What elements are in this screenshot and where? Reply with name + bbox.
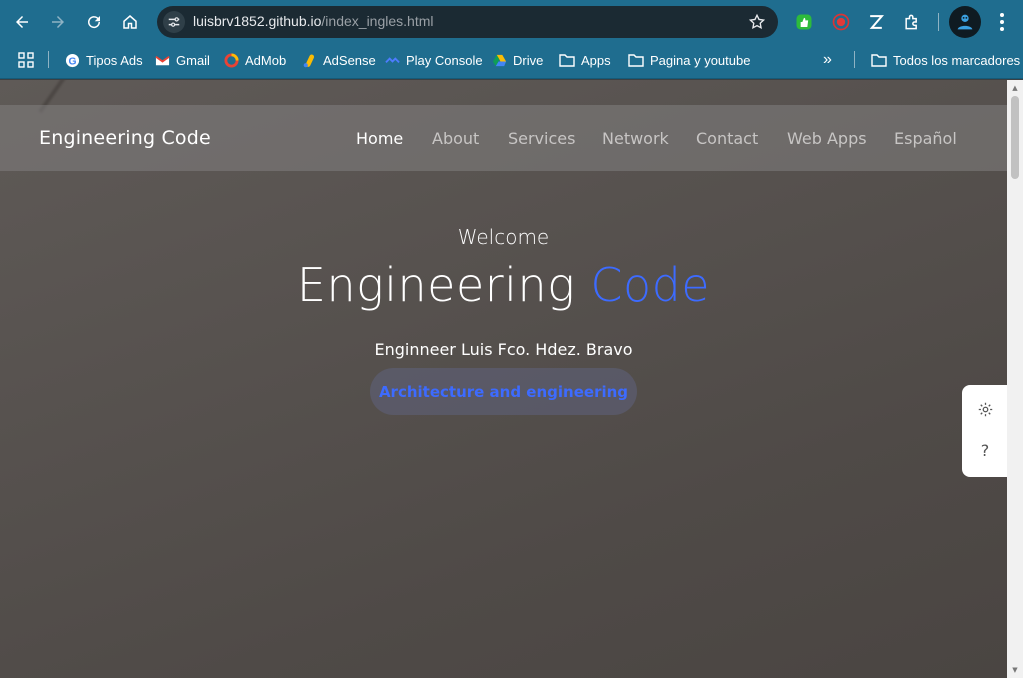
play-console-icon (384, 52, 400, 68)
chevron-double-right-icon: » (823, 51, 832, 68)
back-button[interactable] (8, 8, 36, 36)
reload-button[interactable] (80, 8, 108, 36)
hero-title: Engineering Code (0, 258, 1007, 312)
bookmark-label: Tipos Ads (86, 52, 143, 68)
bookmark-gmail[interactable]: Gmail (154, 50, 210, 70)
extension-record-icon[interactable] (829, 10, 853, 34)
google-icon: G (64, 52, 80, 68)
nav-home[interactable]: Home (356, 129, 403, 148)
settings-gear-button[interactable] (975, 399, 995, 419)
home-icon (123, 15, 137, 29)
url-path: /index_ingles.html (321, 13, 434, 29)
url-text[interactable]: luisbrv1852.github.io/index_ingles.html (193, 13, 433, 29)
nav-network[interactable]: Network (602, 129, 669, 148)
page-scrollbar[interactable]: ▲ ▼ (1007, 80, 1023, 678)
hero-subtitle: Enginneer Luis Fco. Hdez. Bravo (374, 340, 633, 359)
folder-icon (628, 52, 644, 68)
toolbar-divider (938, 13, 939, 31)
question-icon: ? (980, 440, 990, 460)
extension-thumb-icon[interactable] (792, 10, 816, 34)
extensions-puzzle-icon[interactable] (900, 10, 924, 34)
bookmark-label: Apps (581, 52, 611, 68)
browser-toolbar: luisbrv1852.github.io/index_ingles.html (0, 0, 1023, 44)
nav-web-apps[interactable]: Web Apps (787, 129, 867, 148)
address-bar[interactable]: luisbrv1852.github.io/index_ingles.html (157, 6, 778, 38)
bookmark-tipos-ads[interactable]: G Tipos Ads (64, 50, 143, 70)
nav-about[interactable]: About (432, 129, 479, 148)
side-tools-panel: ? (962, 385, 1007, 477)
extension-z-icon[interactable] (864, 10, 888, 34)
hero-title-accent: Code (590, 258, 711, 312)
site-brand[interactable]: Engineering Code (39, 127, 211, 149)
scrollbar-thumb[interactable] (1011, 96, 1019, 179)
hero-title-main: Engineering (296, 258, 591, 312)
bookmark-adsense[interactable]: AdSense (301, 50, 376, 70)
help-button[interactable]: ? (975, 440, 995, 460)
arrow-right-icon (52, 16, 64, 28)
page-hero: Engineering Code Home About Services Net… (0, 80, 1007, 678)
bookmark-all-bookmarks[interactable]: Todos los marcadores (871, 50, 1020, 70)
browser-menu-button[interactable] (992, 10, 1012, 34)
apps-grid-icon (18, 52, 34, 68)
bookmark-label: AdMob (245, 52, 287, 68)
admob-icon (223, 52, 239, 68)
bookmark-folder-pagina-youtube[interactable]: Pagina y youtube (628, 50, 750, 70)
scroll-down-arrow-icon[interactable]: ▼ (1011, 666, 1019, 674)
folder-icon (871, 52, 887, 68)
scroll-up-arrow-icon[interactable]: ▲ (1011, 84, 1019, 92)
reload-icon (88, 16, 101, 29)
site-navbar: Engineering Code Home About Services Net… (0, 105, 1007, 171)
bookmark-play-console[interactable]: Play Console (384, 50, 483, 70)
bookmark-label: AdSense (323, 52, 376, 68)
arrow-left-icon (16, 16, 28, 28)
apps-grid-button[interactable] (18, 50, 34, 70)
profile-avatar[interactable] (949, 6, 981, 38)
bookmark-label: Pagina y youtube (650, 52, 751, 68)
nav-services[interactable]: Services (508, 129, 575, 148)
bookmark-star-icon[interactable] (748, 13, 766, 31)
bookmarks-overflow-button[interactable]: » (823, 50, 832, 70)
architecture-engineering-button[interactable]: Architecture and engineering (370, 368, 637, 415)
nav-espanol[interactable]: Español (894, 129, 957, 148)
bookmark-label: Drive (513, 52, 544, 68)
adsense-icon (301, 52, 317, 68)
bookmarks-divider (854, 51, 855, 68)
bookmark-admob[interactable]: AdMob (223, 50, 286, 70)
bookmark-label: Play Console (406, 52, 483, 68)
bookmark-folder-apps[interactable]: Apps (559, 50, 611, 70)
gear-icon (978, 402, 992, 416)
home-button[interactable] (116, 8, 144, 36)
site-info-icon[interactable] (163, 11, 185, 33)
forward-button[interactable] (44, 8, 72, 36)
svg-text:G: G (68, 56, 76, 67)
drive-icon (491, 52, 507, 68)
profile-icon (957, 14, 973, 30)
hero-welcome: Welcome (457, 225, 550, 249)
folder-icon (559, 52, 575, 68)
bookmark-label: Gmail (176, 52, 210, 68)
nav-contact[interactable]: Contact (696, 129, 758, 148)
gmail-icon (154, 52, 170, 68)
bookmark-label: Todos los marcadores (893, 52, 1021, 68)
url-host: luisbrv1852.github.io (193, 13, 322, 29)
bookmark-drive[interactable]: Drive (491, 50, 543, 70)
bookmarks-divider (48, 51, 49, 68)
